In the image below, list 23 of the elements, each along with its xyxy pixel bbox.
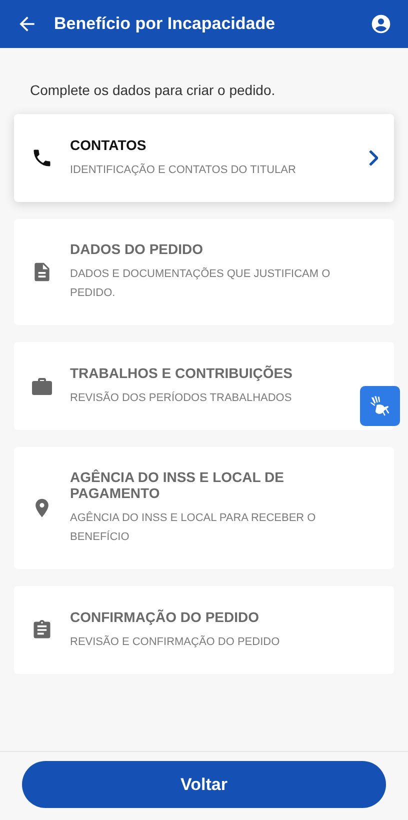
- step-title: TRABALHOS E CONTRIBUIÇÕES: [70, 364, 294, 380]
- instruction-text: Complete os dados para criar o pedido.: [30, 82, 276, 98]
- step-title: CONTATOS: [70, 136, 148, 152]
- back-button[interactable]: Voltar: [22, 761, 386, 808]
- clipboard-icon: [31, 619, 53, 641]
- step-description: REVISÃO DOS PERÍODOS TRABALHADOS: [70, 390, 293, 406]
- step-title: CONFIRMAÇÃO DO PEDIDO: [70, 608, 260, 624]
- chevron-right-icon: [368, 150, 378, 166]
- step-description: REVISÃO E CONFIRMAÇÃO DO PEDIDO: [70, 634, 281, 650]
- step-description: IDENTIFICAÇÃO E CONTATOS DO TITULAR: [70, 162, 297, 178]
- step-description: DADOS E DOCUMENTAÇÕES QUE JUSTIFICAM O PEDIDO.: [70, 266, 332, 301]
- sign-language-button[interactable]: [360, 386, 400, 426]
- step-description: AGÊNCIA DO INSS E LOCAL PARA RECEBER O BENEFÍCIO: [70, 510, 317, 545]
- step-card[interactable]: AGÊNCIA DO INSS E LOCAL DE PAGAMENTO AGÊNCIA DO INSS E LOCAL PARA RECEBER O BENEFÍCIO: [14, 447, 394, 569]
- step-title: DADOS DO PEDIDO: [70, 241, 204, 257]
- account-icon[interactable]: [370, 13, 392, 35]
- phone-icon: [31, 147, 53, 169]
- step-card[interactable]: TRABALHOS E CONTRIBUIÇÕES REVISÃO DOS PERÍODOS TRABALHADOS: [14, 342, 394, 430]
- step-card[interactable]: CONTATOS IDENTIFICAÇÃO E CONTATOS DO TITULAR: [14, 114, 394, 202]
- step-title: AGÊNCIA DO INSS E LOCAL DE PAGAMENTO: [70, 469, 285, 501]
- step-card[interactable]: CONFIRMAÇÃO DO PEDIDO REVISÃO E CONFIRMAÇÃO DO PEDIDO: [14, 586, 394, 674]
- screen-title: Benefício por Incapacidade: [54, 14, 276, 34]
- step-card[interactable]: DADOS DO PEDIDO DADOS E DOCUMENTAÇÕES QUE JUSTIFICAM O PEDIDO.: [14, 219, 394, 325]
